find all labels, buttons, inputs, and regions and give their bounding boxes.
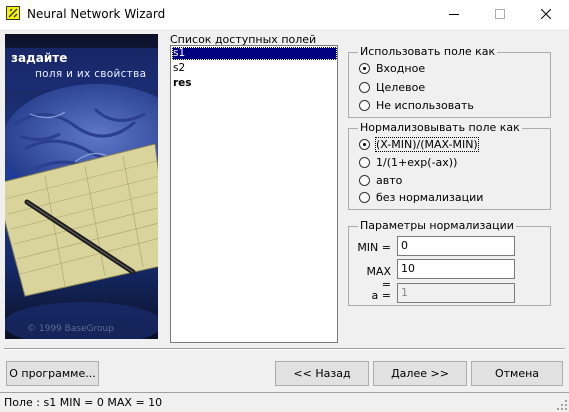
- wizard-banner-image: задайте поля и их свойства © 1999 BaseGr…: [5, 34, 158, 339]
- minimize-icon[interactable]: [431, 0, 477, 29]
- cancel-button[interactable]: Отмена: [471, 361, 563, 386]
- radio-none-indicator[interactable]: [359, 192, 370, 203]
- params-title: Параметры нормализации: [358, 219, 516, 232]
- status-bar: Поле : s1 MIN = 0 MAX = 10: [0, 392, 569, 412]
- close-icon[interactable]: [523, 0, 569, 29]
- radio-minmax-indicator[interactable]: [359, 139, 370, 150]
- back-button[interactable]: << Назад: [275, 361, 369, 386]
- radio-input-indicator[interactable]: [359, 63, 370, 74]
- window-title: Neural Network Wizard: [27, 7, 166, 21]
- status-text: Поле : s1 MIN = 0 MAX = 10: [4, 396, 163, 409]
- fields-listbox[interactable]: s1 s2 res: [170, 45, 338, 343]
- banner-subheading: поля и их свойства: [35, 68, 147, 80]
- list-item-s1[interactable]: s1: [172, 47, 337, 60]
- min-field[interactable]: 0: [397, 236, 515, 256]
- banner-heading: задайте: [11, 51, 68, 65]
- radio-auto-indicator[interactable]: [359, 175, 370, 186]
- radio-unused-indicator[interactable]: [359, 100, 370, 111]
- radio-target-label[interactable]: Целевое: [376, 81, 425, 94]
- title-bar: Neural Network Wizard: [0, 0, 569, 29]
- wizard-app-icon[interactable]: [6, 6, 20, 20]
- banner-copyright: © 1999 BaseGroup: [27, 324, 114, 334]
- normalize-title: Нормализовывать поле как: [358, 121, 522, 134]
- min-label: MIN =: [357, 241, 391, 254]
- maximize-icon[interactable]: [477, 0, 523, 29]
- use-as-group: Использовать поле как Входное Целевое Не…: [348, 45, 551, 118]
- resize-grip-icon[interactable]: [557, 400, 567, 410]
- radio-none-label[interactable]: без нормализации: [376, 191, 483, 204]
- radio-auto-label[interactable]: авто: [376, 174, 402, 187]
- normalize-group: Нормализовывать поле как (X-MIN)/(MAX-MI…: [348, 121, 551, 210]
- a-field: 1: [397, 283, 515, 303]
- radio-minmax-label[interactable]: (X-MIN)/(MAX-MIN): [375, 137, 479, 152]
- max-label: MAX =: [366, 265, 391, 291]
- use-as-title: Использовать поле как: [358, 45, 498, 58]
- radio-unused-label[interactable]: Не использовать: [376, 99, 474, 112]
- params-group: Параметры нормализации MIN = 0 MAX = 10 …: [348, 219, 551, 306]
- a-label: a =: [371, 289, 391, 302]
- radio-sigmoid-label[interactable]: 1/(1+exp(-ax)): [376, 156, 457, 169]
- button-separator: [4, 348, 565, 350]
- radio-input-label[interactable]: Входное: [376, 62, 425, 75]
- list-item-res[interactable]: res: [172, 77, 337, 90]
- next-button[interactable]: Далее >>: [373, 361, 467, 386]
- about-button[interactable]: О программе...: [6, 361, 99, 386]
- max-field[interactable]: 10: [397, 259, 515, 279]
- radio-target-indicator[interactable]: [359, 82, 370, 93]
- list-item-s2[interactable]: s2: [172, 62, 337, 75]
- radio-sigmoid-indicator[interactable]: [359, 157, 370, 168]
